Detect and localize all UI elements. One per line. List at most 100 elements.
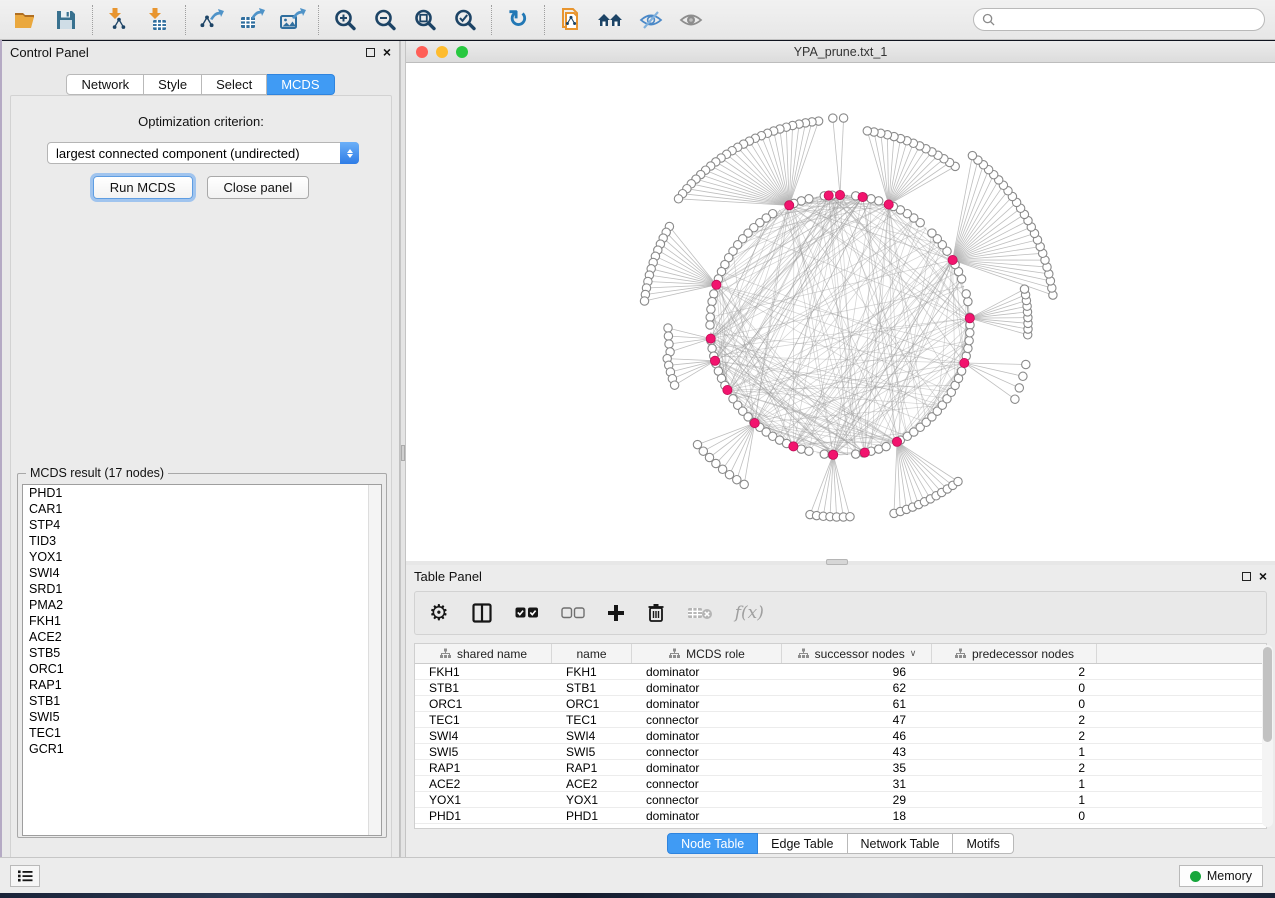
- table-scrollbar[interactable]: [1262, 645, 1273, 827]
- column-header-predecessor-nodes[interactable]: predecessor nodes: [932, 644, 1097, 663]
- satellite-node[interactable]: [863, 127, 871, 135]
- mcds-hub-node[interactable]: [860, 448, 869, 457]
- mcds-hub-node[interactable]: [965, 314, 974, 323]
- satellite-node[interactable]: [665, 340, 673, 348]
- satellite-node[interactable]: [670, 381, 678, 389]
- close-window-icon[interactable]: [416, 46, 428, 58]
- tab-node-table[interactable]: Node Table: [667, 833, 758, 854]
- satellite-node[interactable]: [640, 297, 648, 305]
- close-panel-icon[interactable]: ×: [383, 45, 391, 59]
- mcds-hub-node[interactable]: [712, 280, 721, 289]
- table-row[interactable]: PHD1PHD1dominator180: [415, 808, 1266, 824]
- satellite-node[interactable]: [968, 151, 976, 159]
- satellite-node[interactable]: [733, 476, 741, 484]
- zoom-selected-icon[interactable]: [448, 4, 482, 36]
- column-header-MCDS-role[interactable]: MCDS role: [632, 644, 782, 663]
- hide-eye-icon[interactable]: [634, 4, 668, 36]
- show-eye-icon[interactable]: [674, 4, 708, 36]
- mcds-hub-node[interactable]: [892, 437, 901, 446]
- deselect-all-icon[interactable]: [561, 607, 585, 619]
- satellite-node[interactable]: [839, 114, 847, 122]
- tab-network[interactable]: Network: [66, 74, 144, 95]
- splitter-grip[interactable]: [401, 445, 405, 461]
- mcds-result-item[interactable]: SWI4: [23, 565, 381, 581]
- clipboard-network-icon[interactable]: [554, 4, 588, 36]
- search-field[interactable]: [973, 8, 1265, 31]
- mcds-hub-node[interactable]: [710, 356, 719, 365]
- tab-network-table[interactable]: Network Table: [848, 833, 954, 854]
- table-row[interactable]: ORC1ORC1dominator610: [415, 696, 1266, 712]
- ring-node[interactable]: [882, 442, 890, 450]
- satellite-node[interactable]: [664, 324, 672, 332]
- ring-node[interactable]: [852, 450, 860, 458]
- mcds-result-item[interactable]: GCR1: [23, 741, 381, 757]
- result-scrollbar[interactable]: [368, 485, 381, 835]
- table-row[interactable]: FKH1FKH1dominator962: [415, 664, 1266, 680]
- save-session-icon[interactable]: [49, 4, 83, 36]
- satellite-node[interactable]: [1020, 285, 1028, 293]
- ring-node[interactable]: [964, 297, 972, 305]
- column-header-successor-nodes[interactable]: successor nodes∨: [782, 644, 932, 663]
- ring-node[interactable]: [706, 321, 714, 329]
- ring-node[interactable]: [867, 195, 875, 203]
- mcds-result-item[interactable]: ORC1: [23, 661, 381, 677]
- import-network-icon[interactable]: [102, 4, 136, 36]
- table-row[interactable]: SWI4SWI4dominator462: [415, 728, 1266, 744]
- mcds-hub-node[interactable]: [785, 201, 794, 210]
- maximize-window-icon[interactable]: [456, 46, 468, 58]
- automation-panel-button[interactable]: [10, 865, 40, 887]
- satellite-node[interactable]: [664, 332, 672, 340]
- float-panel-icon[interactable]: [1242, 572, 1251, 581]
- refresh-icon[interactable]: ↻: [501, 4, 535, 36]
- export-table-icon[interactable]: [235, 4, 269, 36]
- mcds-result-item[interactable]: STB5: [23, 645, 381, 661]
- mcds-result-item[interactable]: SRD1: [23, 581, 381, 597]
- zoom-fit-icon[interactable]: [408, 4, 442, 36]
- mcds-hub-node[interactable]: [789, 442, 798, 451]
- ring-node[interactable]: [805, 447, 813, 455]
- memory-button[interactable]: Memory: [1179, 865, 1263, 887]
- ring-node[interactable]: [966, 329, 974, 337]
- mcds-hub-node[interactable]: [884, 200, 893, 209]
- satellite-node[interactable]: [1022, 360, 1030, 368]
- mcds-result-item[interactable]: TEC1: [23, 725, 381, 741]
- table-row[interactable]: STB1STB1dominator620: [415, 680, 1266, 696]
- zoom-out-icon[interactable]: [368, 4, 402, 36]
- mcds-result-item[interactable]: PMA2: [23, 597, 381, 613]
- export-image-icon[interactable]: [275, 4, 309, 36]
- gear-icon[interactable]: ⚙: [429, 602, 449, 624]
- select-all-icon[interactable]: [515, 607, 539, 619]
- ring-node[interactable]: [957, 367, 965, 375]
- add-column-icon[interactable]: [607, 604, 625, 622]
- mcds-hub-node[interactable]: [948, 255, 957, 264]
- close-panel-button[interactable]: Close panel: [207, 176, 310, 199]
- ring-node[interactable]: [708, 344, 716, 352]
- ring-node[interactable]: [965, 337, 973, 345]
- tab-select[interactable]: Select: [202, 74, 267, 95]
- satellite-node[interactable]: [740, 480, 748, 488]
- columns-icon[interactable]: [471, 602, 493, 624]
- satellite-node[interactable]: [1019, 372, 1027, 380]
- ring-node[interactable]: [964, 344, 972, 352]
- mcds-hub-node[interactable]: [829, 450, 838, 459]
- tab-style[interactable]: Style: [144, 74, 202, 95]
- search-input[interactable]: [1000, 13, 1256, 27]
- mcds-result-item[interactable]: RAP1: [23, 677, 381, 693]
- satellite-node[interactable]: [1011, 395, 1019, 403]
- satellite-node[interactable]: [954, 477, 962, 485]
- houses-icon[interactable]: [594, 4, 628, 36]
- ring-node[interactable]: [962, 290, 970, 298]
- mcds-result-item[interactable]: TID3: [23, 533, 381, 549]
- ring-node[interactable]: [708, 297, 716, 305]
- optimization-criterion-select[interactable]: largest connected component (undirected): [47, 142, 359, 164]
- export-network-icon[interactable]: [195, 4, 229, 36]
- tab-motifs[interactable]: Motifs: [953, 833, 1013, 854]
- mcds-result-item[interactable]: STB1: [23, 693, 381, 709]
- mcds-result-item[interactable]: YOX1: [23, 549, 381, 565]
- ring-node[interactable]: [928, 229, 936, 237]
- mcds-hub-node[interactable]: [960, 358, 969, 367]
- ring-node[interactable]: [707, 305, 715, 313]
- float-panel-icon[interactable]: [366, 48, 375, 57]
- import-table-icon[interactable]: [142, 4, 176, 36]
- zoom-in-icon[interactable]: [328, 4, 362, 36]
